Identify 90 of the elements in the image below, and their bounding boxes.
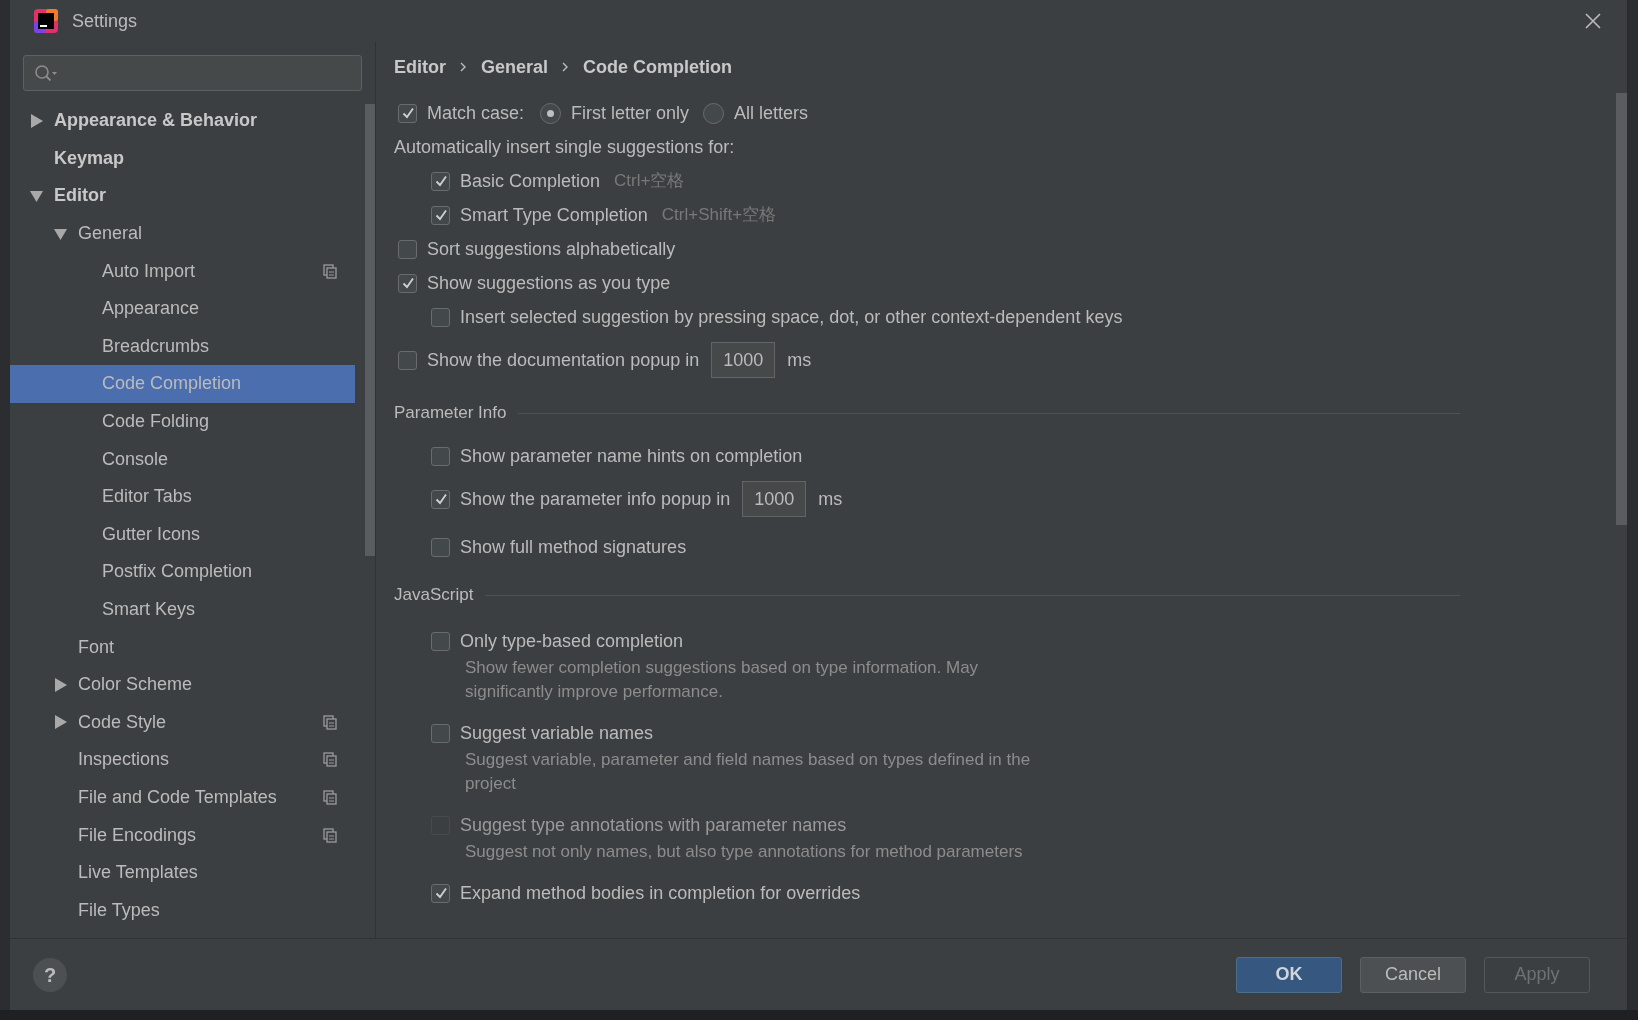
checkbox[interactable]: [398, 239, 417, 259]
checkbox[interactable]: [431, 205, 450, 225]
search-field[interactable]: [23, 55, 362, 91]
chevron-icon: [460, 62, 467, 72]
app-icon: [34, 9, 58, 33]
breadcrumb-item[interactable]: Editor: [394, 53, 446, 81]
tree-item[interactable]: General: [10, 214, 355, 253]
shortcut-hint: Ctrl+Shift+空格: [661, 204, 777, 227]
unit-label: ms: [787, 348, 812, 372]
checkbox[interactable]: [431, 171, 450, 191]
checkbox[interactable]: [431, 489, 450, 509]
checkbox[interactable]: [398, 103, 417, 123]
chevron-icon: [562, 62, 570, 72]
breadcrumb-item[interactable]: Code Completion: [583, 53, 733, 81]
tree-item[interactable]: Console: [10, 440, 355, 478]
checkbox-label: Sort suggestions alphabetically: [427, 237, 676, 261]
checkbox[interactable]: [431, 446, 450, 466]
tree-item[interactable]: Code Style: [10, 703, 355, 742]
breadcrumb-item[interactable]: General: [481, 53, 549, 81]
tree-item[interactable]: Appearance & Behavior: [10, 102, 355, 140]
tree-item[interactable]: Color Scheme: [10, 665, 355, 704]
section-title: JavaScript: [394, 584, 474, 607]
tree-item[interactable]: Smart Keys: [10, 590, 355, 629]
input-field[interactable]: 1000: [742, 481, 807, 517]
tree-item[interactable]: Appearance: [10, 289, 355, 328]
option-description: Show fewer completion suggestions based on type information. May significantly improve performance.: [465, 657, 980, 703]
unit-label: ms: [818, 487, 843, 511]
collapsed-arrow-icon[interactable]: [54, 677, 67, 692]
checkbox[interactable]: [398, 350, 417, 370]
checkmark-icon: [400, 106, 415, 120]
tree-item[interactable]: Editor Tabs: [10, 477, 355, 516]
checkbox[interactable]: [431, 883, 450, 903]
checkbox[interactable]: [431, 723, 450, 743]
shortcut-hint: Ctrl+空格: [614, 170, 685, 193]
checkmark-icon: [400, 276, 415, 290]
checkbox-label: Basic Completion: [460, 169, 601, 193]
radio-label: All letters: [734, 101, 809, 125]
checkbox[interactable]: [431, 631, 450, 651]
tree-item[interactable]: Code Folding: [10, 402, 355, 441]
collapsed-arrow-icon[interactable]: [30, 113, 43, 128]
checkbox-label: Show suggestions as you type: [427, 271, 671, 295]
checkbox-label: Match case:: [427, 101, 525, 125]
tree-item[interactable]: Font: [10, 628, 355, 666]
input-field[interactable]: 1000: [711, 342, 776, 378]
scrollbar[interactable]: [365, 104, 375, 556]
checkbox-label: Show full method signatures: [460, 535, 687, 559]
expanded-arrow-icon[interactable]: [54, 226, 67, 241]
option-description: Suggest not only names, but also type annotations for method parameters: [465, 841, 1024, 863]
tree-item[interactable]: Gutter Icons: [10, 515, 355, 554]
checkmark-icon: [433, 886, 448, 900]
checkbox[interactable]: [431, 307, 450, 327]
close-icon[interactable]: [1585, 13, 1601, 29]
dialog-button[interactable]: OK: [1236, 956, 1342, 993]
tree-item[interactable]: Breadcrumbs: [10, 327, 355, 366]
tree-item[interactable]: Live Templates: [10, 853, 355, 892]
tree-item[interactable]: File Encodings: [10, 816, 355, 854]
checkmark-icon: [433, 174, 448, 188]
window-title: Settings: [72, 9, 138, 33]
checkbox-label: Only type-based completion: [460, 629, 684, 653]
tree-item[interactable]: File Types: [10, 891, 355, 930]
tree-item[interactable]: Editor: [10, 177, 355, 215]
tree-item[interactable]: Postfix Completion: [10, 553, 355, 591]
option-description: Suggest variable, parameter and field names based on types defined in the project: [465, 749, 1032, 795]
checkmark-icon: [433, 208, 448, 222]
checkbox-label: Suggest type annotations with parameter names: [460, 813, 847, 837]
checkbox-label: Show the documentation popup in: [427, 348, 700, 372]
checkbox[interactable]: [431, 537, 450, 557]
tree-item[interactable]: Auto Import: [10, 252, 355, 290]
radio-label: First letter only: [571, 101, 690, 125]
section-title: Parameter Info: [394, 402, 507, 425]
checkbox[interactable]: [398, 273, 417, 293]
search-icon: [34, 64, 58, 82]
checkbox-label: Show parameter name hints on completion: [460, 444, 803, 468]
expanded-arrow-icon[interactable]: [30, 189, 43, 203]
checkbox-label: Insert selected suggestion by pressing space, dot, or other context-dependent keys: [460, 305, 1123, 329]
tree-item[interactable]: Inspections: [10, 741, 355, 779]
help-button[interactable]: ?: [33, 957, 67, 992]
collapsed-arrow-icon[interactable]: [54, 715, 67, 730]
checkbox-label: Smart Type Completion: [460, 203, 648, 227]
radio-button[interactable]: [703, 102, 725, 124]
group-label: Automatically insert single suggestions for:: [394, 135, 735, 159]
checkbox-label: Expand method bodies in completion for overrides: [460, 881, 861, 905]
radio-button[interactable]: [540, 102, 562, 124]
checkbox-label: Suggest variable names: [460, 721, 654, 745]
scrollbar[interactable]: [1616, 93, 1627, 525]
tree-item[interactable]: Keymap: [10, 139, 355, 178]
checkmark-icon: [433, 492, 448, 506]
checkbox-label: Show the parameter info popup in: [460, 487, 731, 511]
dialog-button[interactable]: Cancel: [1360, 956, 1466, 993]
tree-item[interactable]: File and Code Templates: [10, 778, 355, 817]
